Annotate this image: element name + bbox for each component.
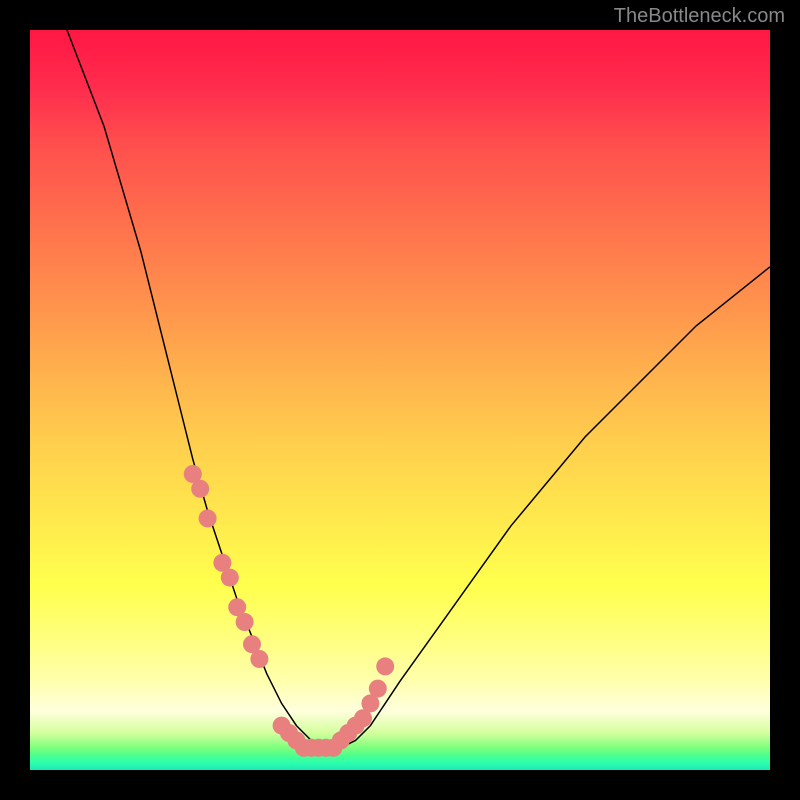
curve-svg — [30, 30, 770, 770]
chart-container: TheBottleneck.com — [0, 0, 800, 800]
data-point — [199, 509, 217, 527]
bottleneck-curve — [67, 30, 770, 748]
data-point — [236, 613, 254, 631]
data-point — [369, 680, 387, 698]
data-markers — [184, 465, 394, 757]
data-point — [191, 480, 209, 498]
data-point — [250, 650, 268, 668]
watermark-text: TheBottleneck.com — [614, 5, 785, 28]
plot-area — [30, 30, 770, 770]
data-point — [221, 569, 239, 587]
data-point — [376, 657, 394, 675]
